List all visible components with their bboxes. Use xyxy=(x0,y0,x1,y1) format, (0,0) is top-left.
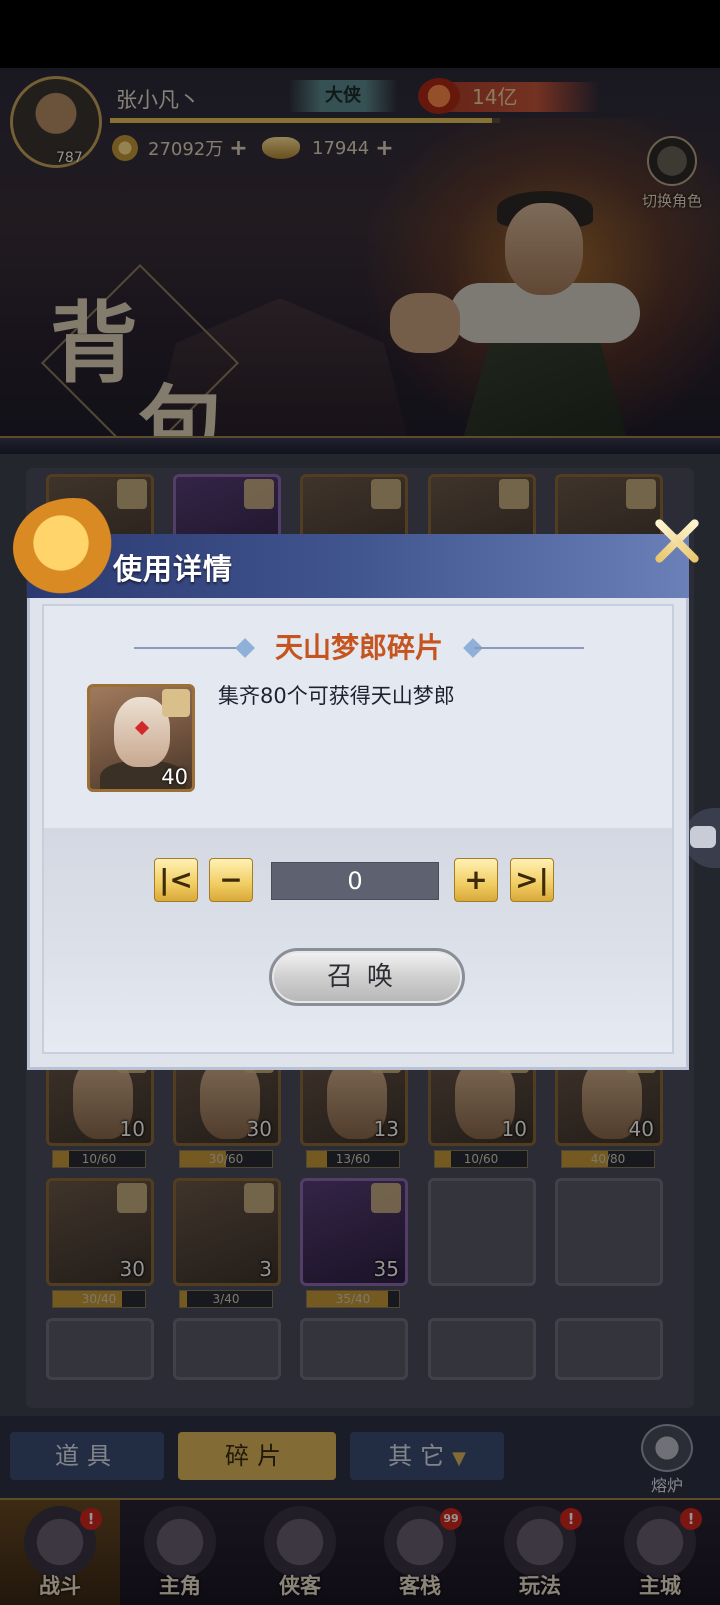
max-quantity-button[interactable]: >| xyxy=(510,858,554,902)
item-count: 40 xyxy=(161,765,188,789)
item-name: 天山梦郎碎片 xyxy=(274,631,443,664)
decrease-button[interactable]: − xyxy=(209,858,253,902)
quantity-field[interactable]: 0 xyxy=(271,862,439,900)
min-quantity-button[interactable]: |< xyxy=(154,858,198,902)
quantity-controls: |< − 0 + >| 召唤 xyxy=(44,828,672,1052)
chat-icon xyxy=(690,826,716,848)
increase-button[interactable]: + xyxy=(454,858,498,902)
status-bar xyxy=(0,0,720,68)
quantity-stepper: |< − 0 + >| xyxy=(154,858,564,904)
close-button[interactable] xyxy=(643,508,707,572)
dialog-header: 使用详情 xyxy=(13,498,689,598)
item-name-row: 天山梦郎碎片 xyxy=(134,628,584,668)
use-details-dialog: 使用详情 天山梦郎碎片 40 集齐80个可获得天山梦郎 |< − 0 + >| … xyxy=(13,498,701,1070)
puzzle-piece-icon xyxy=(162,689,190,717)
summon-button[interactable]: 召唤 xyxy=(269,948,465,1006)
dialog-body: 天山梦郎碎片 40 集齐80个可获得天山梦郎 |< − 0 + >| 召唤 xyxy=(27,598,689,1070)
item-info: 天山梦郎碎片 40 集齐80个可获得天山梦郎 xyxy=(44,606,672,828)
dialog-title: 使用详情 xyxy=(113,552,234,586)
item-fragment-icon: 40 xyxy=(87,684,195,792)
item-description: 集齐80个可获得天山梦郎 xyxy=(218,684,455,708)
